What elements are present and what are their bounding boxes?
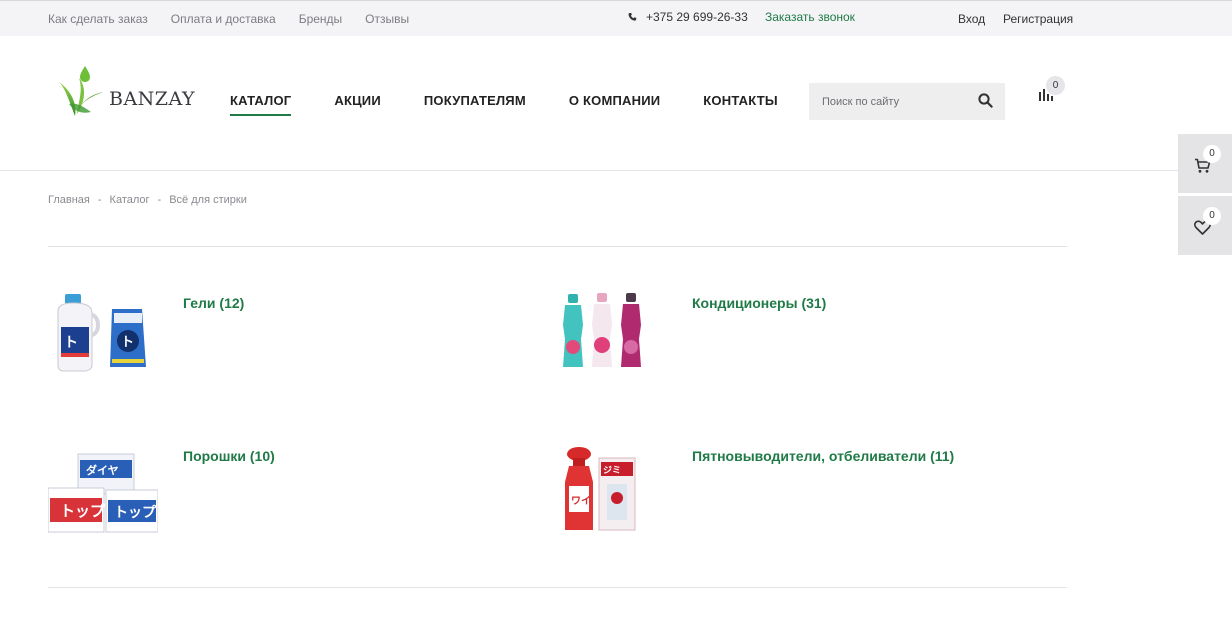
gel-bottles-image[interactable]: ト ト [48, 289, 158, 381]
search-box [809, 83, 1005, 120]
wishlist-button[interactable]: 0 [1178, 196, 1232, 255]
breadcrumb-home[interactable]: Главная [48, 194, 90, 206]
phone-icon [628, 12, 637, 21]
divider-bottom [48, 587, 1067, 588]
divider-top [48, 246, 1067, 247]
category-title-powders[interactable]: Порошки (10) [183, 448, 275, 464]
callback-link[interactable]: Заказать звонок [765, 10, 855, 24]
phone-number[interactable]: +375 29 699-26-33 [646, 10, 748, 24]
stain-remover-image[interactable]: ワイ ジミ [557, 442, 667, 534]
powder-boxes-image[interactable]: ダイヤ トップ トップ [48, 442, 158, 534]
nav-about[interactable]: О КОМПАНИИ [569, 93, 660, 116]
cart-button[interactable]: 0 [1178, 134, 1232, 193]
logo-text: BANZAY [109, 88, 196, 110]
svg-text:トップ: トップ [60, 502, 106, 520]
category-stain-removers: ワイ ジミ Пятновыводители, отбеливатели (11) [557, 442, 1037, 562]
compare-count-badge: 0 [1046, 76, 1065, 95]
top-link-reviews[interactable]: Отзывы [365, 12, 409, 26]
main-nav: КАТАЛОГ АКЦИИ ПОКУПАТЕЛЯМ О КОМПАНИИ КОН… [230, 93, 821, 116]
svg-text:ト: ト [64, 335, 78, 351]
register-link[interactable]: Регистрация [1003, 12, 1073, 26]
site-header: BANZAY КАТАЛОГ АКЦИИ ПОКУПАТЕЛЯМ О КОМПА… [0, 36, 1232, 171]
nav-promotions[interactable]: АКЦИИ [334, 93, 381, 116]
category-title-gels[interactable]: Гели (12) [183, 295, 244, 311]
search-button[interactable] [978, 93, 993, 113]
category-gels: ト ト Гели (12) [48, 289, 528, 409]
top-links: Как сделать заказ Оплата и доставка Брен… [48, 12, 432, 26]
side-panel: 0 0 [1178, 134, 1232, 258]
breadcrumb: Главная - Каталог - Всё для стирки [48, 194, 247, 206]
breadcrumb-catalog[interactable]: Каталог [110, 194, 150, 206]
phone-contact: +375 29 699-26-33 [628, 10, 748, 24]
top-link-payment-delivery[interactable]: Оплата и доставка [171, 12, 276, 26]
category-title-conditioners[interactable]: Кондиционеры (31) [692, 295, 826, 311]
svg-text:ダイヤ: ダイヤ [86, 463, 119, 477]
logo[interactable]: BANZAY [57, 64, 195, 120]
login-link[interactable]: Вход [958, 12, 985, 26]
conditioner-bottles-image[interactable] [557, 289, 667, 381]
compare-button[interactable]: 0 [1038, 76, 1065, 107]
breadcrumb-current: Всё для стирки [169, 194, 247, 206]
search-icon [978, 93, 993, 108]
category-title-stain-removers[interactable]: Пятновыводители, отбеливатели (11) [692, 448, 954, 464]
top-link-how-to-order[interactable]: Как сделать заказ [48, 12, 148, 26]
top-link-brands[interactable]: Бренды [299, 12, 342, 26]
nav-catalog[interactable]: КАТАЛОГ [230, 93, 292, 116]
breadcrumb-separator: - [97, 194, 102, 206]
nav-customers[interactable]: ПОКУПАТЕЛЯМ [424, 93, 526, 116]
nav-contacts[interactable]: КОНТАКТЫ [703, 93, 777, 116]
top-bar: Как сделать заказ Оплата и доставка Брен… [0, 0, 1232, 36]
search-input[interactable] [809, 95, 969, 108]
wishlist-count-badge: 0 [1203, 207, 1221, 225]
svg-text:トップ: トップ [114, 505, 157, 521]
category-powders: ダイヤ トップ トップ Порошки (10) [48, 442, 528, 562]
logo-leaf-icon [59, 66, 103, 116]
breadcrumb-separator: - [157, 194, 162, 206]
category-conditioners: Кондиционеры (31) [557, 289, 1037, 409]
svg-text:ワイ: ワイ [571, 495, 591, 507]
svg-text:ト: ト [121, 335, 134, 350]
cart-count-badge: 0 [1203, 145, 1221, 163]
svg-text:ジミ: ジミ [603, 465, 621, 476]
